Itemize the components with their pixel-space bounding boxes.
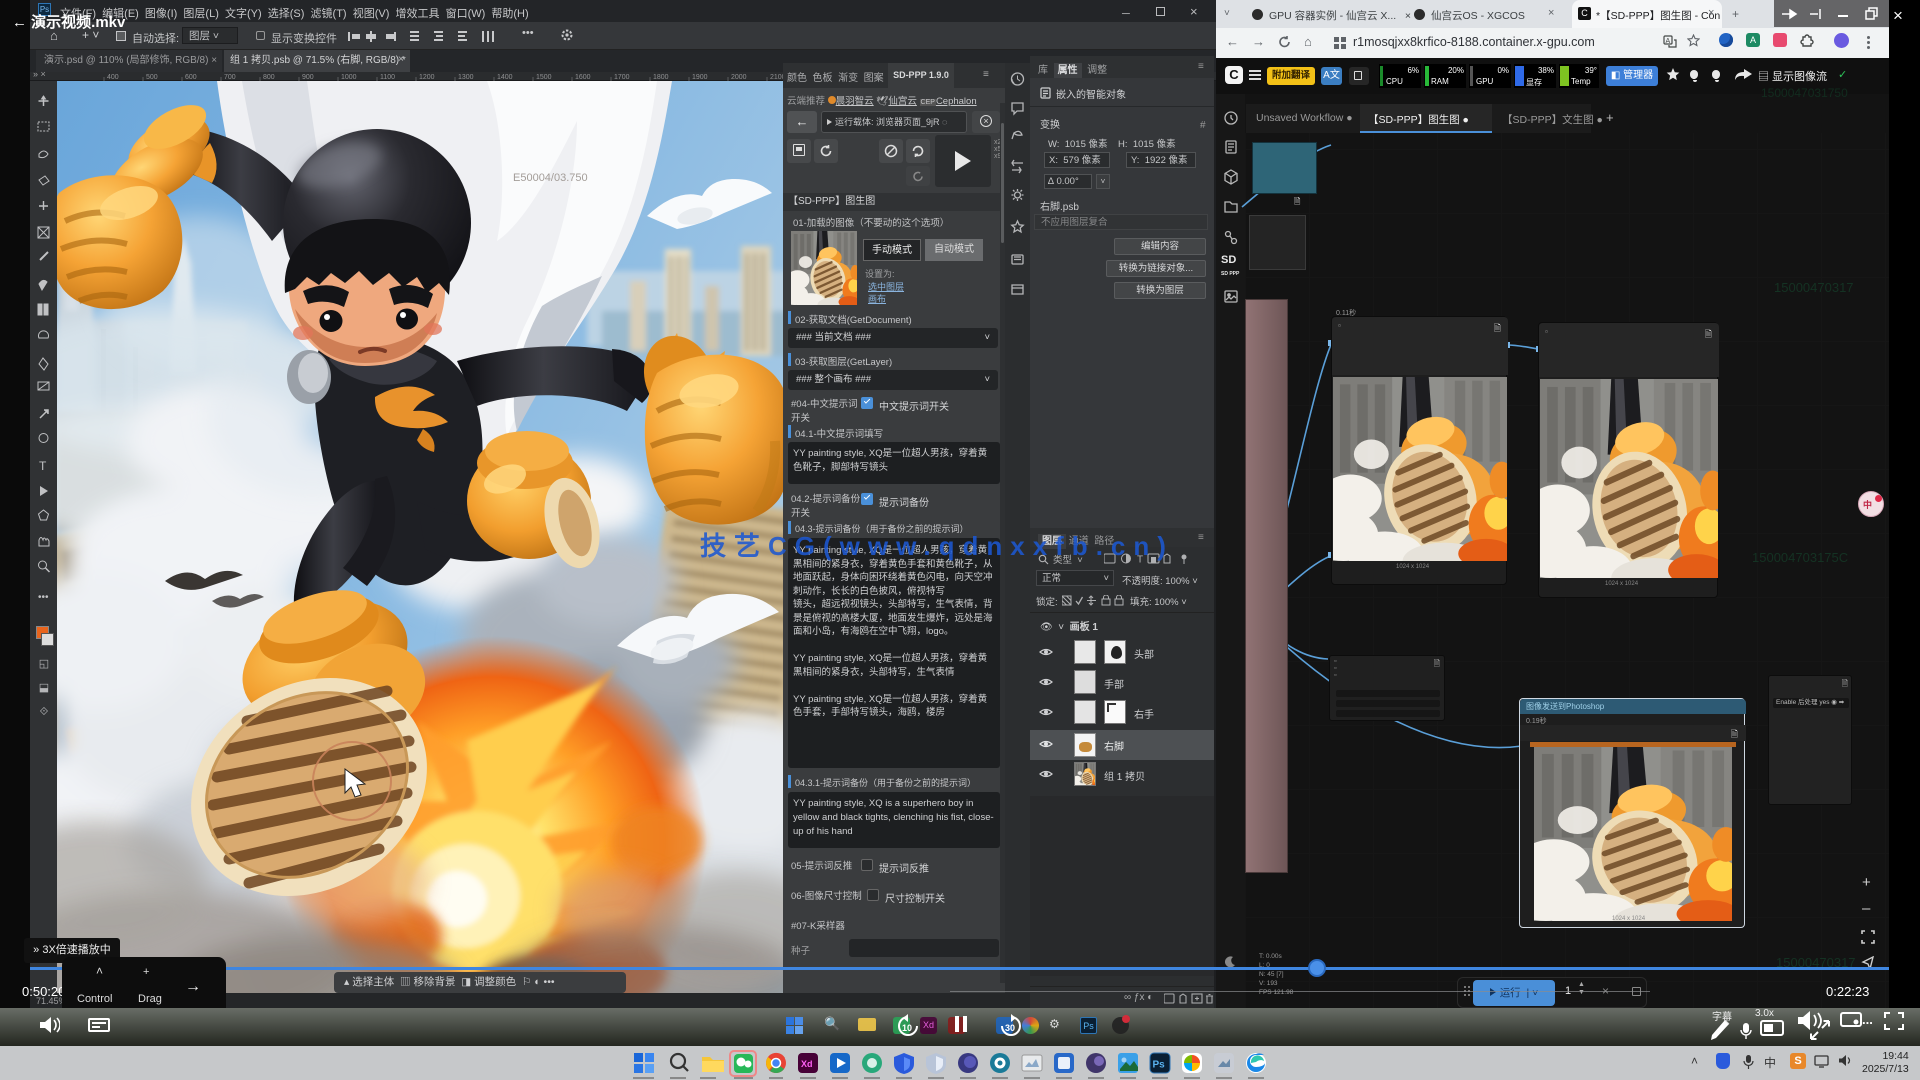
svg-text:1400: 1400 [497, 74, 513, 81]
svg-text:800: 800 [263, 74, 275, 81]
svg-text:400: 400 [107, 74, 119, 81]
svg-text:1500: 1500 [536, 74, 552, 81]
svg-text:1100: 1100 [380, 74, 395, 81]
svg-text:2000: 2000 [731, 74, 747, 81]
svg-text:1700: 1700 [614, 74, 630, 81]
svg-text:10: 10 [902, 1023, 912, 1033]
svg-text:1300: 1300 [458, 74, 474, 81]
svg-text:1200: 1200 [419, 74, 435, 81]
svg-text:Ps: Ps [1153, 1060, 1166, 1071]
svg-text:•••: ••• [38, 592, 49, 603]
svg-text:A: A [1666, 38, 1671, 45]
svg-text:600: 600 [185, 74, 197, 81]
svg-text:900: 900 [302, 74, 314, 81]
svg-text:1900: 1900 [692, 74, 708, 81]
svg-text:E50004/03.750: E50004/03.750 [513, 172, 588, 184]
svg-text:Xd: Xd [801, 1059, 813, 1069]
svg-text:1800: 1800 [653, 74, 669, 81]
svg-text:1000: 1000 [341, 74, 357, 81]
svg-text:700: 700 [224, 74, 236, 81]
svg-text:1600: 1600 [575, 74, 591, 81]
svg-text:T: T [39, 459, 47, 473]
svg-text:30: 30 [1005, 1023, 1015, 1033]
svg-text:500: 500 [146, 74, 158, 81]
